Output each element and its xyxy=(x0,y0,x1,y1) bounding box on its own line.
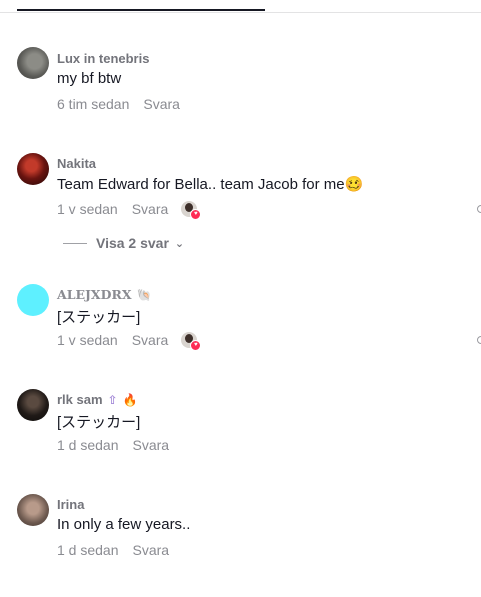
heart-icon: ♥ xyxy=(190,209,202,220)
avatar[interactable] xyxy=(17,494,49,526)
comment-text-body: Team Edward for Bella.. team Jacob for m… xyxy=(57,176,345,193)
avatar[interactable] xyxy=(17,389,49,421)
divider-line xyxy=(63,242,87,244)
comment-meta: 1 d sedan Svara xyxy=(57,542,169,558)
avatar[interactable] xyxy=(17,284,49,316)
comment-meta: 1 d sedan Svara xyxy=(57,437,169,453)
comment-time: 1 d sedan xyxy=(57,542,119,558)
reply-button[interactable]: Svara xyxy=(132,201,169,217)
woozy-face-emoji: 🥴 xyxy=(344,176,364,193)
comment-username-text: ALEJXDRX xyxy=(57,287,132,302)
shell-badge-icon: 🐚 xyxy=(136,287,152,302)
heart-icon: ♥ xyxy=(190,340,202,351)
reply-button[interactable]: Svara xyxy=(132,332,169,348)
fire-badge-icon: 🔥 xyxy=(122,392,138,407)
comment-time: 1 v sedan xyxy=(57,332,118,348)
reply-button[interactable]: Svara xyxy=(143,96,180,112)
reply-button[interactable]: Svara xyxy=(133,542,170,558)
comment-text: [ステッカー] xyxy=(57,414,141,431)
comment-meta: 1 v sedan Svara ♥ xyxy=(57,332,202,351)
chevron-down-icon: ⌄ xyxy=(174,237,185,250)
active-tab-indicator xyxy=(17,9,265,11)
comment-username[interactable]: ALEJXDRX 🐚 xyxy=(57,287,152,302)
view-replies-button[interactable]: Visa 2 svar ⌄ xyxy=(63,235,184,251)
view-replies-label: Visa 2 svar xyxy=(96,235,169,251)
comment-time: 1 d sedan xyxy=(57,437,119,453)
creator-liked-avatar: ♥ xyxy=(181,201,202,220)
comment-time: 6 tim sedan xyxy=(57,96,130,112)
top-fan-badge-icon: ⇧ xyxy=(107,392,118,407)
avatar[interactable] xyxy=(17,153,49,185)
comment-text: my bf btw xyxy=(57,70,122,87)
comment-username-text: rlk sam xyxy=(57,392,103,407)
comment-username[interactable]: Irina xyxy=(57,497,84,512)
comment-username[interactable]: Nakita xyxy=(57,156,96,171)
comment-username[interactable]: rlk sam ⇧ 🔥 xyxy=(57,392,138,407)
comment-meta: 1 v sedan Svara ♥ xyxy=(57,201,202,220)
comment-username[interactable]: Lux in tenebris xyxy=(57,51,149,66)
comment-text: Team Edward for Bella.. team Jacob for m… xyxy=(57,175,363,193)
comment-text: [ステッカー] xyxy=(57,309,141,326)
creator-liked-avatar: ♥ xyxy=(181,332,202,351)
avatar[interactable] xyxy=(17,47,49,79)
reply-button[interactable]: Svara xyxy=(133,437,170,453)
tab-bar xyxy=(0,0,481,13)
comment-text: In only a few years.. xyxy=(57,516,191,533)
like-icon[interactable] xyxy=(477,336,481,344)
like-icon[interactable] xyxy=(477,205,481,213)
comment-meta: 6 tim sedan Svara xyxy=(57,96,180,112)
comment-time: 1 v sedan xyxy=(57,201,118,217)
